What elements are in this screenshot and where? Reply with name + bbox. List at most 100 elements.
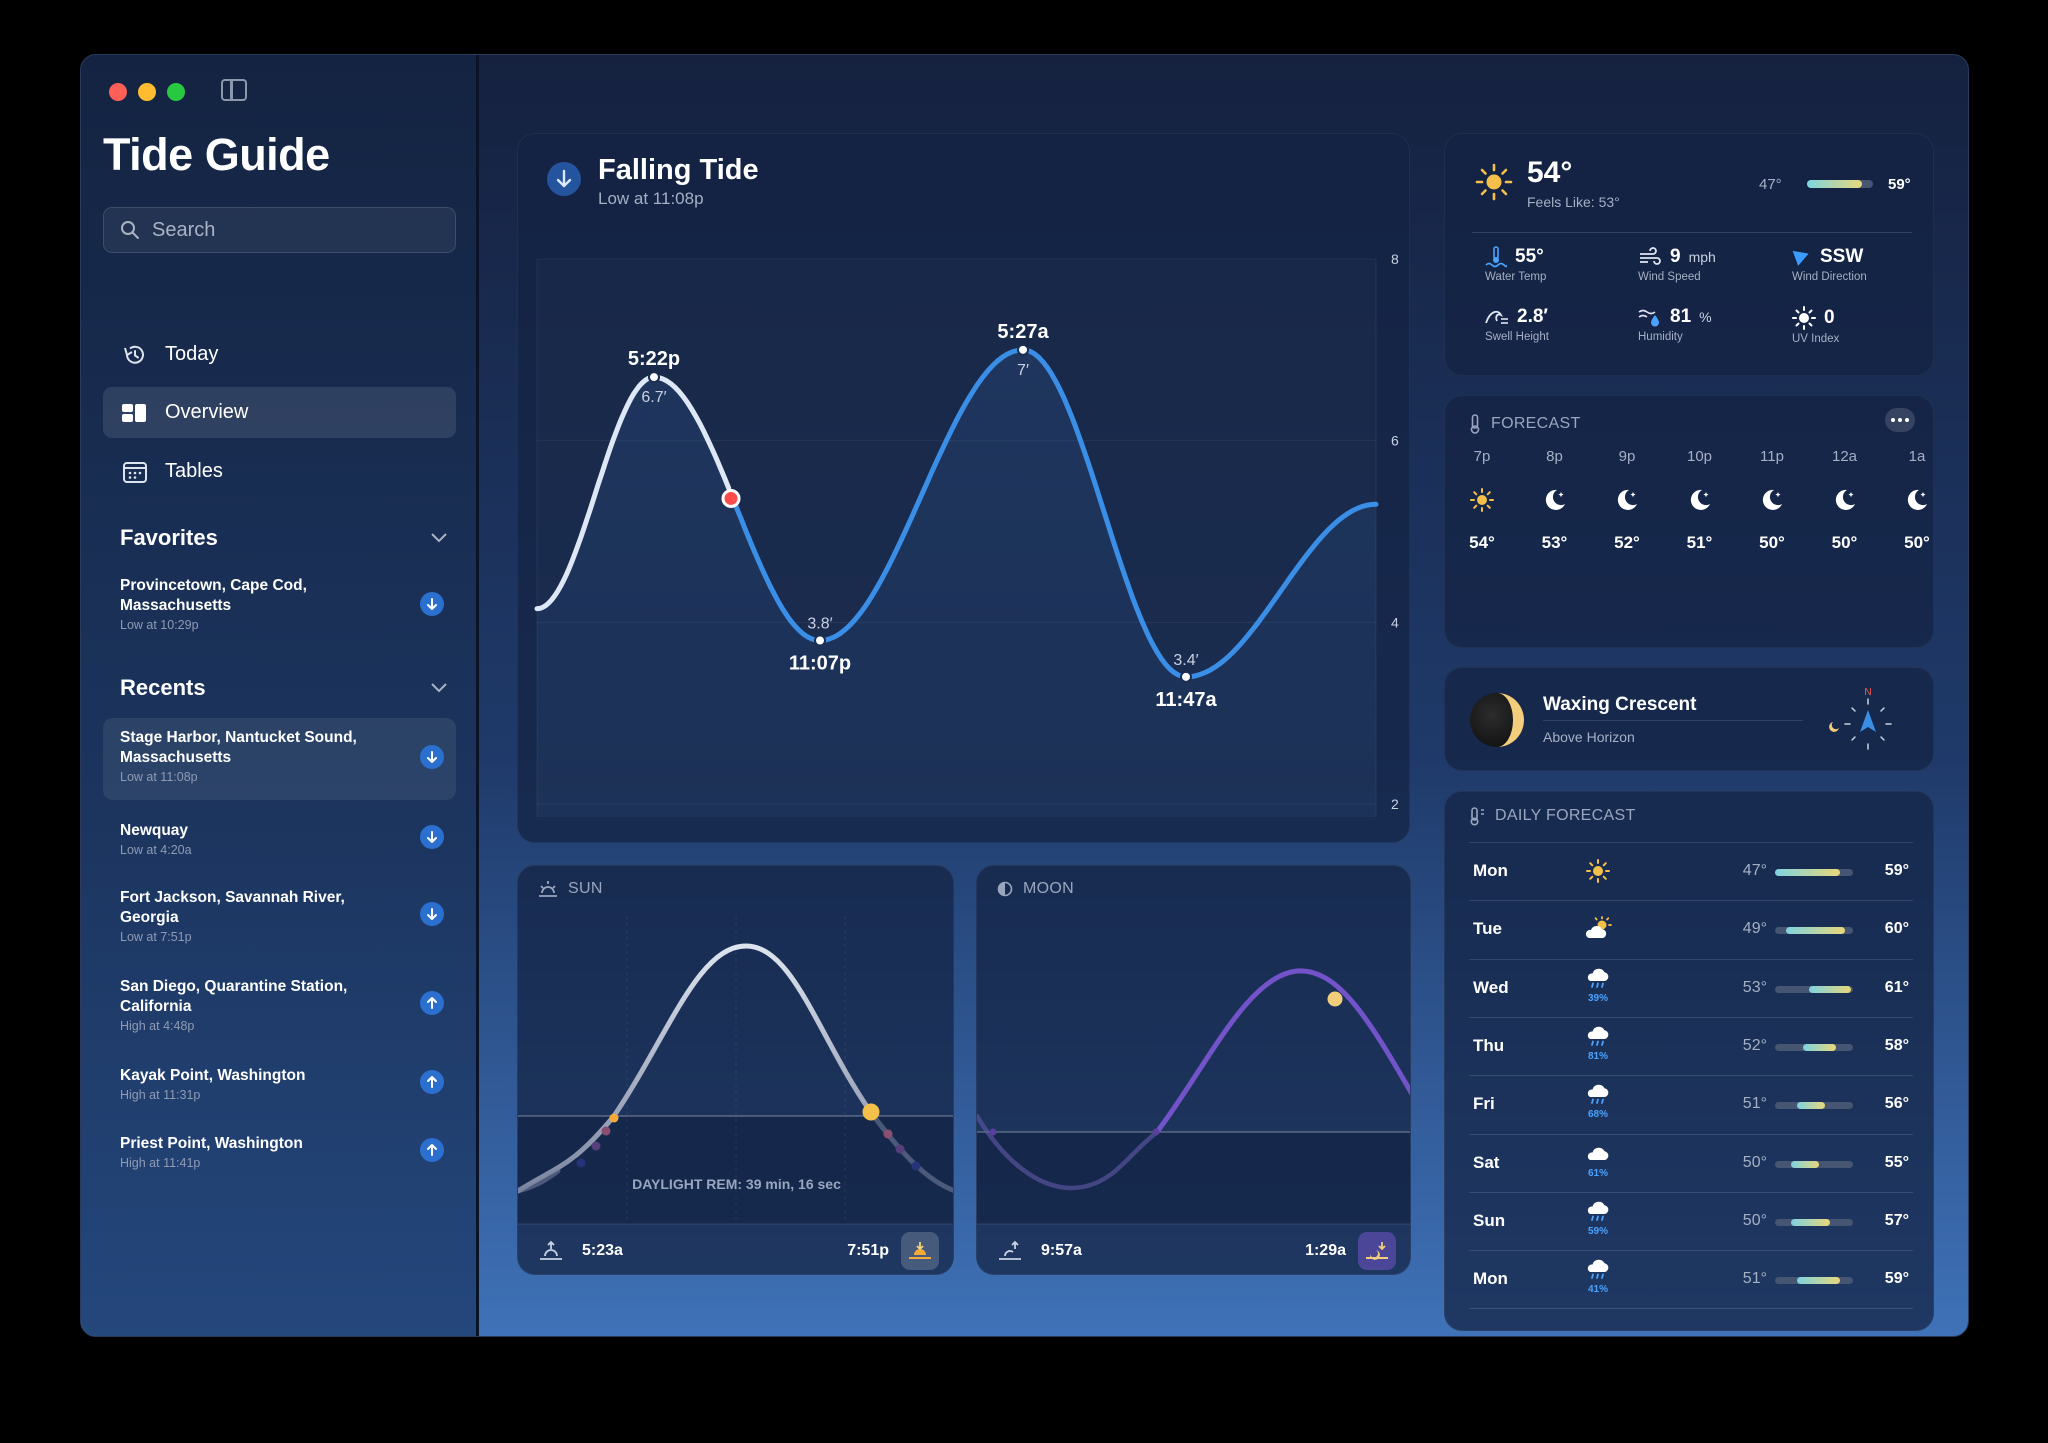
weather-metric: 2.8′ Swell Height (1485, 306, 1549, 343)
daily-temp-range-bar (1775, 1043, 1853, 1051)
sunset-time: 7:51p (847, 1242, 889, 1259)
moon-stars-icon (1887, 487, 1947, 513)
tide-extreme-point (1180, 670, 1192, 683)
metric-label: UV Index (1792, 333, 1840, 345)
location-arrow-icon (1792, 246, 1812, 268)
tide-rising-arrow-icon[interactable] (420, 991, 444, 1015)
close-window-button[interactable] (109, 83, 127, 101)
tide-falling-arrow-icon[interactable] (420, 592, 444, 616)
tide-rising-arrow-icon[interactable] (420, 1070, 444, 1094)
recents-title: Recents (120, 675, 206, 700)
forecast-temp: 51° (1686, 533, 1713, 552)
moon-path-chart (977, 968, 1410, 1225)
forecast-temp: 50° (1831, 533, 1858, 552)
temp-high: 59° (1888, 176, 1911, 193)
sunrise-icon (540, 1240, 562, 1260)
thermometer-sun-icon (1470, 807, 1484, 826)
forecast-hour: 1a (1908, 448, 1926, 465)
daily-temp-range-fill (1791, 1160, 1820, 1168)
favorites-header[interactable]: Favorites (120, 525, 448, 551)
chevron-down-icon[interactable] (430, 682, 448, 694)
recents-header[interactable]: Recents (120, 675, 448, 701)
daily-forecast-row: Fri 68% 51° 56° (1469, 1075, 1913, 1133)
app-window: Tide Guide Today Overview Tables Favorit… (80, 54, 1969, 1337)
forecast-low: 52° (1742, 1036, 1767, 1054)
location-list-item[interactable]: Stage Harbor, Nantucket Sound, Massachus… (103, 718, 456, 800)
cloud-icon: 61% (1583, 1143, 1613, 1179)
nav-today[interactable]: Today (103, 329, 456, 380)
sunrise-time: 5:23a (582, 1242, 623, 1259)
metric-unit: % (1699, 309, 1712, 325)
search-field[interactable] (103, 207, 456, 253)
weather-metric: 81% Humidity (1638, 306, 1712, 343)
location-name: San Diego, Quarantine Station, Californi… (120, 978, 348, 1015)
sidebar-toggle-icon[interactable] (221, 79, 247, 101)
temp-range-bar (1807, 180, 1873, 188)
moonrise-icon (999, 1240, 1021, 1260)
hourly-forecast-item: 10p 51° (1670, 448, 1730, 553)
location-name: Stage Harbor, Nantucket Sound, Massachus… (120, 729, 357, 766)
location-list-item[interactable]: San Diego, Quarantine Station, Californi… (103, 967, 456, 1043)
hourly-forecast-item: 1a 50° (1887, 448, 1947, 553)
forecast-title: FORECAST (1491, 415, 1581, 432)
location-list-item[interactable]: Fort Jackson, Savannah River, Georgia Low… (103, 878, 456, 954)
location-tide-status: Low at 10:29p (120, 618, 199, 632)
moon-position: Above Horizon (1543, 729, 1635, 745)
forecast-low: 51° (1742, 1270, 1767, 1288)
location-list-item[interactable]: Priest Point, Washington High at 11:41p (103, 1124, 456, 1180)
forecast-high: 56° (1884, 1095, 1909, 1113)
tide-extreme-height: 3.4′ (1173, 652, 1198, 669)
location-name: Provincetown, Cape Cod, Massachusetts (120, 577, 307, 614)
tide-extreme-point (1017, 343, 1029, 356)
location-list-item[interactable]: Kayak Point, Washington High at 11:31p (103, 1056, 456, 1112)
tide-falling-arrow-icon[interactable] (420, 745, 444, 769)
location-tide-status: Low at 4:20a (120, 843, 192, 857)
sunset-icon-button[interactable] (901, 1232, 939, 1270)
forecast-hour: 12a (1831, 448, 1858, 465)
overview-grid-icon (121, 401, 149, 425)
moonset-icon (1366, 1242, 1388, 1260)
location-list-item[interactable]: Provincetown, Cape Cod, Massachusetts Low… (103, 566, 456, 646)
daily-temp-range-bar (1775, 1277, 1853, 1285)
moonset-icon-button[interactable] (1358, 1232, 1396, 1270)
chevron-down-icon[interactable] (430, 532, 448, 544)
forecast-day: Tue (1473, 919, 1502, 939)
daily-temp-range-bar (1775, 869, 1853, 876)
forecast-low: 49° (1742, 920, 1767, 938)
forecast-hour: 9p (1618, 448, 1636, 465)
more-options-button[interactable] (1885, 408, 1915, 432)
nav-tables[interactable]: Tables (103, 446, 456, 497)
forecast-low: 50° (1742, 1153, 1767, 1171)
moon-phase-card: Waxing Crescent Above Horizon N (1444, 667, 1934, 771)
forecast-hour: 7p (1473, 448, 1491, 465)
precip-chance: 39% (1587, 992, 1608, 1004)
humidity-icon (1638, 306, 1662, 328)
daily-temp-range-fill (1791, 1218, 1831, 1226)
search-input[interactable] (152, 218, 442, 242)
ellipsis-dot-icon (1898, 418, 1902, 422)
forecast-high: 60° (1884, 920, 1909, 938)
tide-falling-arrow-icon[interactable] (420, 825, 444, 849)
forecast-hour: 11p (1760, 448, 1784, 465)
minimize-window-button[interactable] (138, 83, 156, 101)
metric-label: Wind Direction (1792, 271, 1867, 283)
metric-unit: mph (1688, 249, 1716, 265)
tide-falling-arrow-icon[interactable] (420, 902, 444, 926)
forecast-day: Thu (1473, 1035, 1505, 1055)
rain-cloud-icon: 41% (1583, 1259, 1613, 1295)
hourly-forecast-item: 12a 50° (1815, 448, 1875, 553)
forecast-day: Fri (1473, 1094, 1495, 1114)
location-tide-status: High at 11:41p (120, 1156, 201, 1170)
tide-rising-arrow-icon[interactable] (420, 1138, 444, 1162)
forecast-temp: 53° (1541, 533, 1568, 552)
precip-chance: 41% (1587, 1284, 1608, 1296)
nav-overview[interactable]: Overview (103, 387, 456, 438)
tide-extreme-time: 5:22p (628, 348, 680, 370)
forecast-high: 59° (1884, 1270, 1909, 1288)
feels-like: Feels Like: 53° (1527, 194, 1620, 210)
forecast-low: 47° (1742, 862, 1767, 879)
location-list-item[interactable]: Newquay Low at 4:20a (103, 811, 456, 867)
metric-label: Water Temp (1485, 271, 1547, 283)
daily-forecast-card: DAILY FORECAST Mon 47° 59° Tue 49° 60° Wed 39% 5… (1444, 791, 1934, 1331)
maximize-window-button[interactable] (167, 83, 185, 101)
